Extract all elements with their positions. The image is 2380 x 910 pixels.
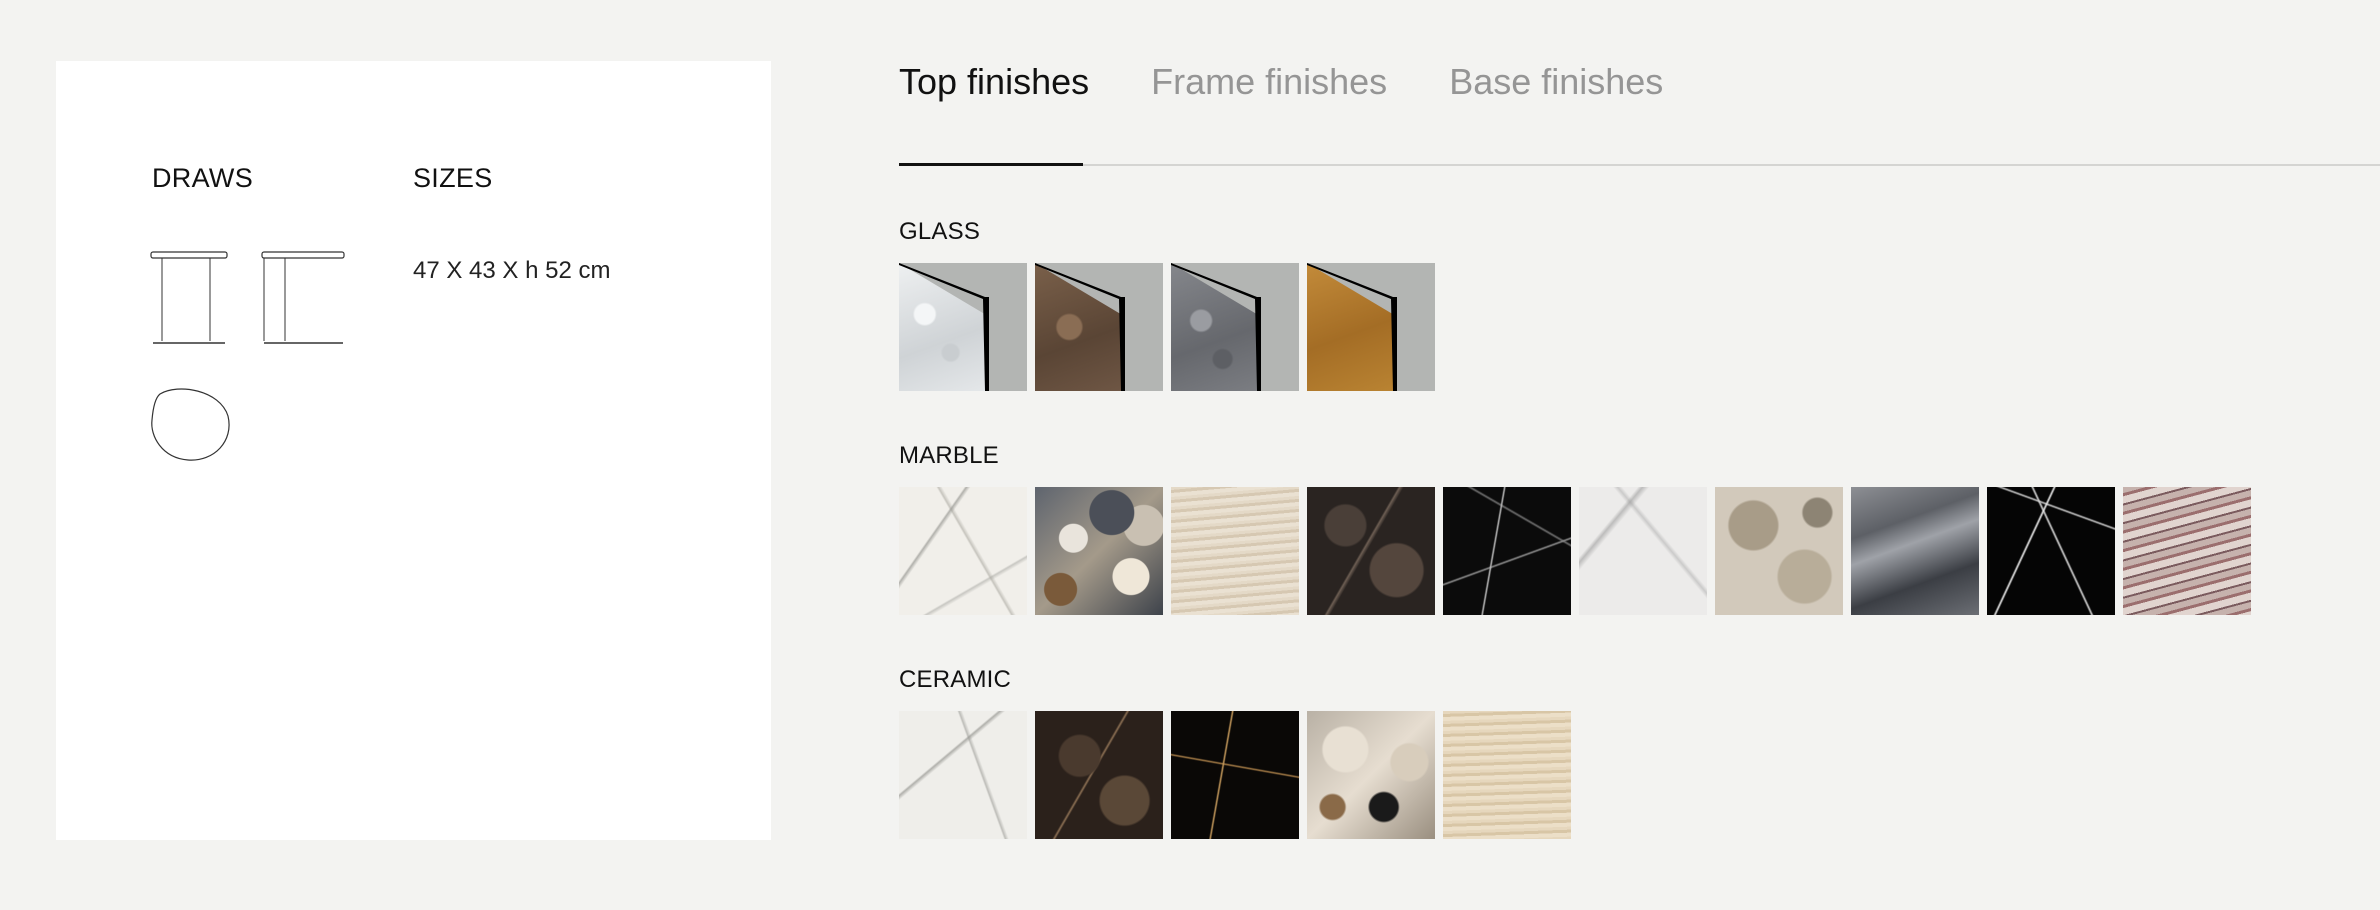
ceramic-swatch[interactable] xyxy=(899,711,1027,839)
glass-swatch-extralight[interactable] xyxy=(899,263,1027,391)
ceramic-swatch[interactable] xyxy=(1171,711,1299,839)
sizes-value: 47 X 43 X h 52 cm xyxy=(413,257,611,284)
glass-swatch-gold[interactable] xyxy=(1307,263,1435,391)
glass-swatches xyxy=(899,263,1435,391)
marble-swatch[interactable] xyxy=(1987,487,2115,615)
marble-swatch[interactable] xyxy=(1307,487,1435,615)
tab-top-finishes[interactable]: Top finishes xyxy=(899,64,1089,100)
glass-section-title: GLASS xyxy=(899,218,981,245)
marble-swatch[interactable] xyxy=(1035,487,1163,615)
marble-swatch[interactable] xyxy=(1579,487,1707,615)
marble-swatch[interactable] xyxy=(1851,487,1979,615)
table-top-view-drawing xyxy=(150,386,232,466)
draws-title: DRAWS xyxy=(152,163,253,193)
table-side-view-drawing xyxy=(261,251,347,351)
marble-swatches xyxy=(899,487,2251,615)
product-info-card: DRAWS SIZES 47 X 43 X h 52 cm xyxy=(56,61,771,840)
active-tab-indicator xyxy=(899,163,1083,166)
marble-swatch[interactable] xyxy=(2123,487,2251,615)
ceramic-swatches xyxy=(899,711,1571,839)
marble-section-title: MARBLE xyxy=(899,442,999,469)
glass-swatch-bronze[interactable] xyxy=(1035,263,1163,391)
ceramic-swatch[interactable] xyxy=(1443,711,1571,839)
ceramic-swatch[interactable] xyxy=(1307,711,1435,839)
glass-swatch-grey[interactable] xyxy=(1171,263,1299,391)
ceramic-swatch[interactable] xyxy=(1035,711,1163,839)
marble-swatch[interactable] xyxy=(899,487,1027,615)
marble-swatch[interactable] xyxy=(1443,487,1571,615)
ceramic-section-title: CERAMIC xyxy=(899,666,1012,693)
marble-swatch[interactable] xyxy=(1171,487,1299,615)
marble-swatch[interactable] xyxy=(1715,487,1843,615)
tab-base-finishes[interactable]: Base finishes xyxy=(1449,64,1663,100)
tab-frame-finishes[interactable]: Frame finishes xyxy=(1151,64,1387,100)
sizes-title: SIZES xyxy=(413,163,493,193)
tab-divider xyxy=(899,164,2380,166)
finish-tabs: Top finishes Frame finishes Base finishe… xyxy=(899,64,1663,100)
table-front-view-drawing xyxy=(150,251,230,351)
